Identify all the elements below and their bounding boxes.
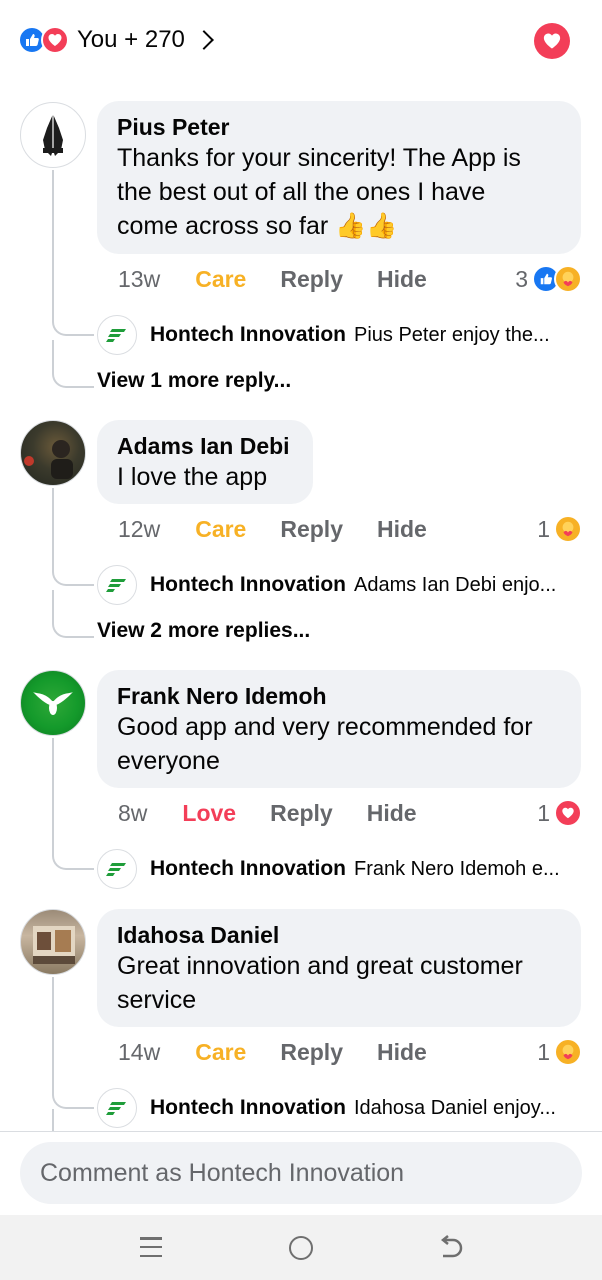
reaction-summary[interactable]: You + 270 — [18, 24, 214, 56]
reply-preview: Frank Nero Idemoh e... — [354, 857, 560, 880]
hontech-logo-icon — [97, 849, 137, 889]
avatar[interactable] — [20, 909, 86, 975]
reply-author[interactable]: Hontech Innovation — [150, 1096, 346, 1120]
comment-text-line: I love the app — [117, 463, 268, 491]
love-icon — [41, 26, 69, 54]
reply-author[interactable]: Hontech Innovation — [150, 323, 346, 347]
comment-actions: 14w Care Reply Hide — [118, 1036, 427, 1068]
comment-bubble[interactable]: Pius Peter Thanks for your sincerity! Th… — [97, 101, 581, 254]
page-reply[interactable]: Hontech Innovation Frank Nero Idemoh e..… — [97, 849, 587, 889]
comment-actions: 8w Love Reply Hide — [118, 797, 417, 829]
reply-author[interactable]: Hontech Innovation — [150, 573, 346, 597]
view-more-replies[interactable]: View 1 more reply... — [97, 369, 291, 393]
comment-timestamp[interactable]: 14w — [118, 1039, 160, 1066]
comment-bubble[interactable]: Idahosa Daniel Great innovation and grea… — [97, 909, 581, 1027]
comment-text-line: everyone — [117, 747, 220, 775]
comment-actions: 13w Care Reply Hide — [118, 263, 427, 295]
care-react-button[interactable]: Care — [195, 516, 246, 543]
care-react-button[interactable]: Care — [195, 1039, 246, 1066]
comment-timestamp[interactable]: 13w — [118, 266, 160, 293]
reply-preview: Idahosa Daniel enjoy... — [354, 1096, 556, 1119]
comment-text-line: Great innovation and great customer — [117, 952, 523, 980]
comment-reactions[interactable]: 1 — [537, 1036, 582, 1068]
reactions-header: You + 270 — [0, 0, 602, 80]
page-reply[interactable]: Hontech Innovation Adams Ian Debi enjo..… — [97, 565, 587, 605]
avatar[interactable] — [20, 420, 86, 486]
reply-preview: Pius Peter enjoy the... — [354, 323, 550, 346]
comment-actions: 12w Care Reply Hide — [118, 513, 427, 545]
commenter-name[interactable]: Adams Ian Debi — [117, 432, 293, 460]
care-icon — [554, 1038, 582, 1066]
reply-author[interactable]: Hontech Innovation — [150, 857, 346, 881]
comment-text-line: service — [117, 986, 197, 1014]
comment-text-line: Thanks for your sincerity! The App is — [117, 144, 521, 172]
comment-reactions[interactable]: 1 — [537, 797, 582, 829]
comment-text-line: the best out of all the ones I have — [117, 178, 486, 206]
reply-button[interactable]: Reply — [270, 800, 333, 827]
comment-reaction-count: 1 — [537, 799, 550, 826]
comment-reaction-count: 1 — [537, 515, 550, 542]
back-icon[interactable] — [439, 1234, 465, 1262]
chevron-right-icon — [194, 30, 214, 50]
home-icon[interactable] — [289, 1236, 313, 1260]
care-icon — [554, 515, 582, 543]
comment-timestamp[interactable]: 8w — [118, 800, 147, 827]
commenter-name[interactable]: Idahosa Daniel — [117, 921, 561, 949]
hontech-logo-icon — [97, 565, 137, 605]
page-reply[interactable]: Hontech Innovation Pius Peter enjoy the.… — [97, 315, 587, 355]
love-icon — [554, 799, 582, 827]
comment-timestamp[interactable]: 12w — [118, 516, 160, 543]
love-react-label[interactable]: Love — [182, 800, 236, 827]
commenter-name[interactable]: Pius Peter — [117, 113, 561, 141]
system-nav-bar — [0, 1215, 602, 1280]
comment-bubble[interactable]: Frank Nero Idemoh Good app and very reco… — [97, 670, 581, 788]
comment-text-line: come across so far 👍👍 — [117, 212, 398, 240]
reply-button[interactable]: Reply — [280, 1039, 343, 1066]
avatar[interactable] — [20, 670, 86, 736]
comment-reaction-count: 3 — [515, 265, 528, 292]
view-more-replies[interactable]: View 2 more replies... — [97, 619, 310, 643]
page-reply[interactable]: Hontech Innovation Idahosa Daniel enjoy.… — [97, 1088, 587, 1128]
comment-text-line: Good app and very recommended for — [117, 713, 533, 741]
hontech-logo-icon — [97, 315, 137, 355]
care-icon — [554, 265, 582, 293]
hide-button[interactable]: Hide — [367, 800, 417, 827]
hide-button[interactable]: Hide — [377, 266, 427, 293]
comment-bubble[interactable]: Adams Ian Debi I love the app — [97, 420, 313, 504]
love-react-button[interactable] — [534, 23, 570, 59]
hide-button[interactable]: Hide — [377, 516, 427, 543]
avatar[interactable] — [20, 102, 86, 168]
reply-button[interactable]: Reply — [280, 516, 343, 543]
reply-preview: Adams Ian Debi enjo... — [354, 573, 557, 596]
hide-button[interactable]: Hide — [377, 1039, 427, 1066]
comment-reaction-count: 1 — [537, 1038, 550, 1065]
hontech-logo-icon — [97, 1088, 137, 1128]
commenter-name[interactable]: Frank Nero Idemoh — [117, 682, 561, 710]
reaction-count: You + 270 — [77, 26, 185, 53]
comment-input[interactable]: Comment as Hontech Innovation — [20, 1142, 582, 1204]
comment-reactions[interactable]: 3 — [515, 263, 582, 295]
comment-composer: Comment as Hontech Innovation — [0, 1131, 602, 1215]
comment-reactions[interactable]: 1 — [537, 513, 582, 545]
menu-icon[interactable] — [140, 1237, 162, 1257]
care-react-button[interactable]: Care — [195, 266, 246, 293]
reply-button[interactable]: Reply — [280, 266, 343, 293]
